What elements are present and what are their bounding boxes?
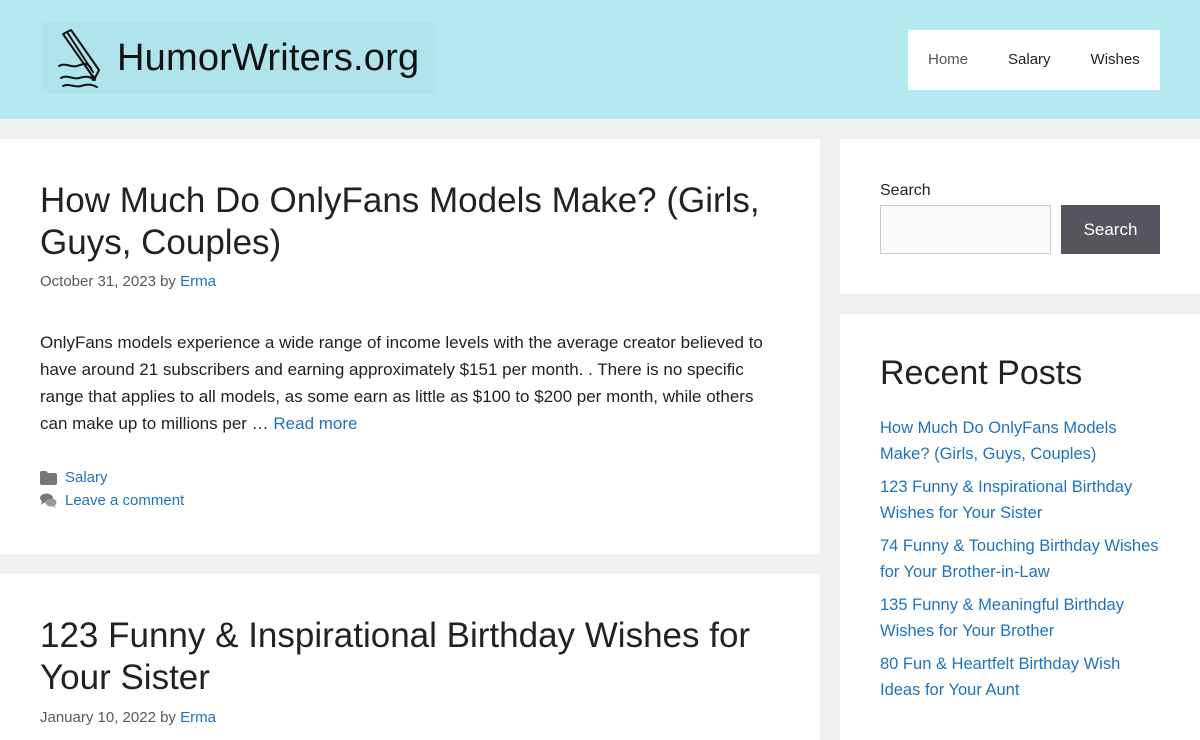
recent-post-link[interactable]: 135 Funny & Meaningful Birthday Wishes f… bbox=[880, 596, 1124, 640]
category-link[interactable]: Salary bbox=[65, 469, 108, 486]
recent-post-link[interactable]: 74 Funny & Touching Birthday Wishes for … bbox=[880, 537, 1159, 581]
post-by: by bbox=[160, 709, 176, 726]
post-title-link[interactable]: 123 Funny & Inspirational Birthday Wishe… bbox=[40, 615, 790, 699]
post-meta: January 10, 2022 by Erma bbox=[40, 709, 216, 726]
nav-salary[interactable]: Salary bbox=[988, 30, 1071, 90]
recent-posts-title: Recent Posts bbox=[880, 354, 1083, 392]
comments-icon bbox=[40, 493, 57, 508]
post-date: January 10, 2022 bbox=[40, 709, 156, 726]
post-excerpt-text: OnlyFans models experience a wide range … bbox=[40, 333, 763, 433]
post-by: by bbox=[160, 273, 176, 290]
recent-post-link[interactable]: How Much Do OnlyFans Models Make? (Girls… bbox=[880, 419, 1117, 463]
nav-home[interactable]: Home bbox=[908, 30, 988, 90]
folder-icon bbox=[40, 470, 57, 485]
nav-wishes[interactable]: Wishes bbox=[1071, 30, 1160, 90]
search-button[interactable]: Search bbox=[1061, 205, 1160, 254]
search-widget: Search Search bbox=[840, 139, 1200, 294]
list-item: 135 Funny & Meaningful Birthday Wishes f… bbox=[880, 593, 1160, 644]
recent-posts-widget: Recent Posts How Much Do OnlyFans Models… bbox=[840, 314, 1200, 740]
post-card: 123 Funny & Inspirational Birthday Wishe… bbox=[0, 574, 820, 740]
post-excerpt: OnlyFans models experience a wide range … bbox=[40, 329, 780, 437]
post-author-link[interactable]: Erma bbox=[180, 709, 216, 726]
recent-posts-list: How Much Do OnlyFans Models Make? (Girls… bbox=[880, 416, 1160, 711]
leave-comment-link[interactable]: Leave a comment bbox=[65, 492, 184, 509]
post-title-link[interactable]: How Much Do OnlyFans Models Make? (Girls… bbox=[40, 180, 790, 264]
recent-post-link[interactable]: 123 Funny & Inspirational Birthday Wishe… bbox=[880, 478, 1132, 522]
search-input[interactable] bbox=[880, 205, 1051, 254]
list-item: 80 Fun & Heartfelt Birthday Wish Ideas f… bbox=[880, 652, 1160, 703]
post-comments: Leave a comment bbox=[40, 492, 184, 509]
pen-writing-icon bbox=[58, 29, 100, 88]
site-header: HumorWriters.org Home Salary Wishes bbox=[0, 0, 1200, 119]
post-date: October 31, 2023 bbox=[40, 273, 156, 290]
list-item: How Much Do OnlyFans Models Make? (Girls… bbox=[880, 416, 1160, 467]
search-label: Search bbox=[880, 182, 931, 199]
post-author-link[interactable]: Erma bbox=[180, 273, 216, 290]
site-title: HumorWriters.org bbox=[117, 36, 420, 79]
read-more-link[interactable]: Read more bbox=[273, 414, 357, 433]
post-meta: October 31, 2023 by Erma bbox=[40, 273, 216, 290]
list-item: 123 Funny & Inspirational Birthday Wishe… bbox=[880, 475, 1160, 526]
post-card: How Much Do OnlyFans Models Make? (Girls… bbox=[0, 139, 820, 554]
post-categories: Salary bbox=[40, 469, 108, 486]
recent-post-link[interactable]: 80 Fun & Heartfelt Birthday Wish Ideas f… bbox=[880, 655, 1120, 699]
list-item: 74 Funny & Touching Birthday Wishes for … bbox=[880, 534, 1160, 585]
site-logo[interactable]: HumorWriters.org bbox=[41, 22, 436, 94]
main-nav: Home Salary Wishes bbox=[908, 30, 1160, 90]
